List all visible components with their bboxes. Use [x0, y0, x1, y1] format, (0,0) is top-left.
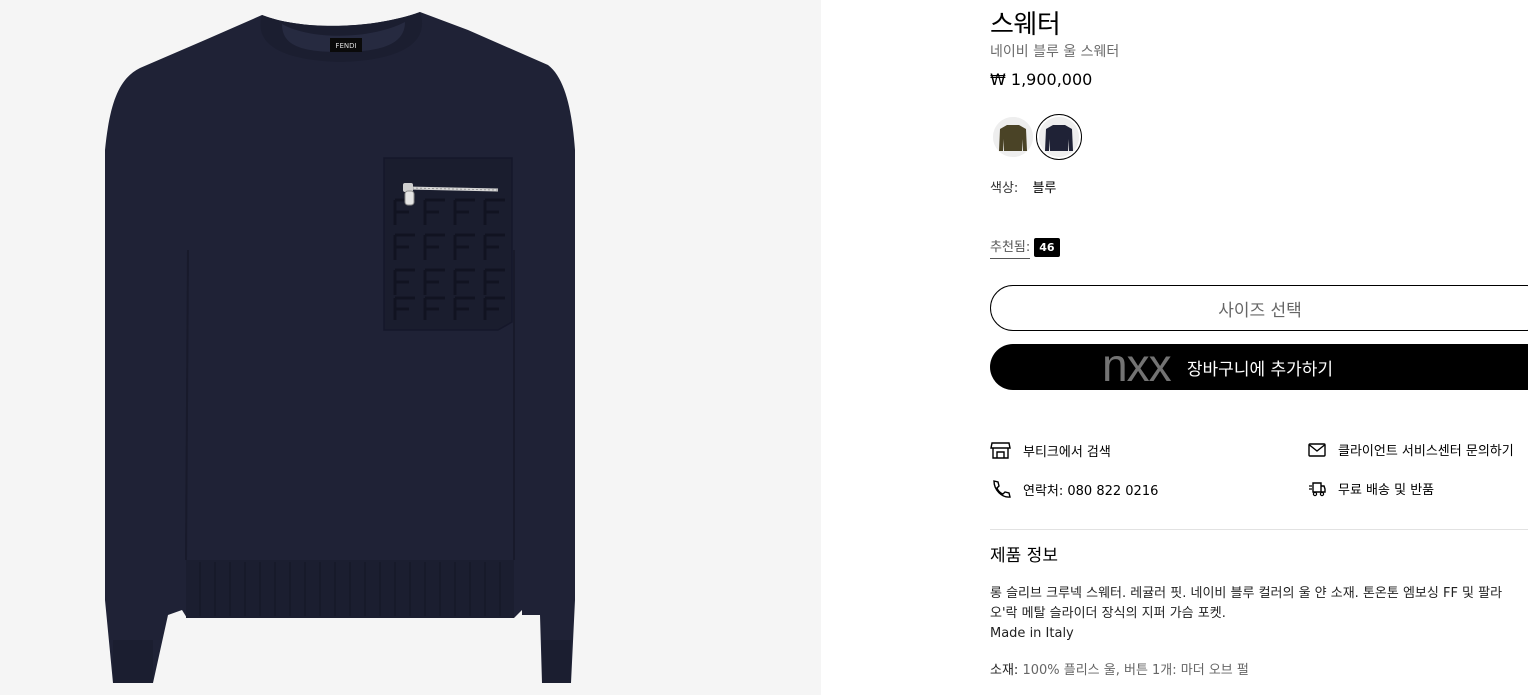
- product-subtitle: 네이비 블루 울 스웨터: [990, 44, 1120, 60]
- client-service-label: 클라이언트 서비스센터 문의하기: [1338, 444, 1514, 459]
- product-image[interactable]: FENDI: [0, 0, 821, 695]
- section-divider: [990, 529, 1528, 530]
- made-in: Made in Italy: [990, 626, 1074, 641]
- product-info-heading[interactable]: 제품 정보: [990, 541, 1058, 566]
- mail-icon: [1308, 442, 1326, 457]
- color-row: 색상: 블루: [990, 177, 1056, 196]
- sweater-thumbnail-olive: [993, 117, 1033, 157]
- size-select-button[interactable]: 사이즈 선택: [990, 285, 1528, 331]
- free-shipping-label: 무료 배송 및 반품: [1338, 483, 1435, 498]
- delivery-truck-icon: [1309, 481, 1326, 496]
- add-to-cart-button[interactable]: 장바구니에 추가하기: [990, 344, 1528, 390]
- phone-icon: [993, 480, 1011, 498]
- color-value: 블루: [1032, 181, 1057, 196]
- recommended-row: 추천됨: 46: [990, 236, 1060, 259]
- sweater-illustration: FENDI: [105, 12, 575, 683]
- color-swatches: [990, 114, 1082, 160]
- free-shipping-link[interactable]: 무료 배송 및 반품: [1308, 479, 1434, 498]
- product-description: 롱 슬리브 크루넥 스웨터. 레귤러 핏. 네이비 블루 컬러의 울 얀 소재.…: [990, 584, 1528, 644]
- material-label: 소재:: [990, 663, 1019, 678]
- product-price: ₩ 1,900,000: [990, 70, 1093, 89]
- boutique-search-label: 부티크에서 검색: [1023, 444, 1111, 460]
- swatch-blue[interactable]: [1036, 114, 1082, 160]
- client-service-link[interactable]: 클라이언트 서비스센터 문의하기: [1308, 440, 1514, 459]
- boutique-search-link[interactable]: 부티크에서 검색: [990, 440, 1111, 460]
- product-title: 스웨터: [990, 10, 1061, 40]
- material-row: 소재: 100% 플리스 울, 버튼 1개: 마더 오브 펄: [990, 659, 1249, 678]
- color-label: 색상:: [990, 181, 1019, 196]
- material-value: 100% 플리스 울, 버튼 1개: 마더 오브 펄: [1022, 663, 1249, 678]
- description-line-2: 오'락 메탈 슬라이더 장식의 지퍼 가슴 포켓.: [990, 606, 1226, 621]
- product-info-panel: 스웨터 네이비 블루 울 스웨터 ₩ 1,900,000 색상: 블루 추천됨:…: [990, 0, 1528, 695]
- swatch-olive[interactable]: [990, 114, 1036, 160]
- sweater-thumbnail-blue: [1039, 117, 1079, 157]
- description-line-1: 롱 슬리브 크루넥 스웨터. 레귤러 핏. 네이비 블루 컬러의 울 얀 소재.…: [990, 586, 1503, 601]
- store-icon: [990, 442, 1011, 459]
- brand-label: FENDI: [335, 42, 356, 50]
- watermark: nxx: [1102, 339, 1172, 391]
- recommended-count-badge: 46: [1034, 238, 1060, 257]
- contact-phone-label: 연락처: 080 822 0216: [1023, 483, 1159, 499]
- contact-phone-link[interactable]: 연락처: 080 822 0216: [990, 479, 1158, 499]
- recommended-label[interactable]: 추천됨:: [990, 236, 1031, 259]
